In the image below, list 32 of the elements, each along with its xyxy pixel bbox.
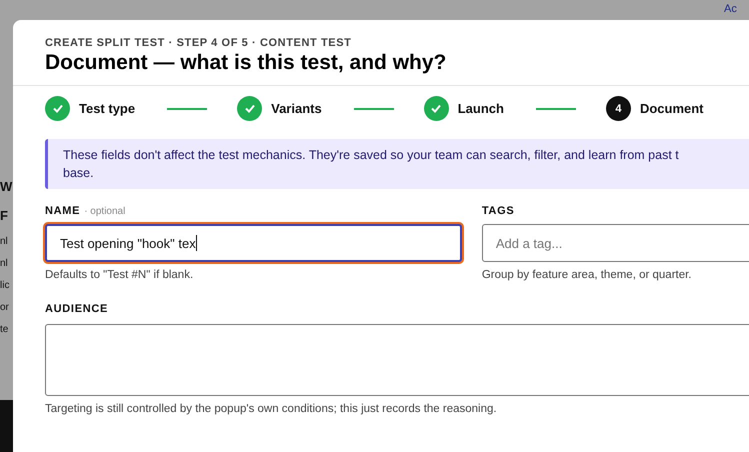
check-icon <box>244 104 255 113</box>
background-text: te <box>0 323 8 337</box>
notice-text: base. <box>63 166 95 180</box>
audience-field[interactable] <box>45 324 749 396</box>
field-value: Test opening "hook" tex <box>60 236 196 250</box>
help-text: Group by feature area, theme, or quarter. <box>482 269 693 281</box>
step-label: Variants <box>271 101 322 116</box>
background-text: lic <box>0 279 10 293</box>
background-text: nl <box>0 257 8 271</box>
step-label: Test type <box>79 101 136 116</box>
optional-note: · optional <box>84 206 126 217</box>
check-icon <box>52 104 62 113</box>
step-label: Launch <box>458 101 504 116</box>
dialog-eyebrow: CREATE SPLIT TEST · STEP 4 OF 5 · CONTENT TEST <box>45 37 352 49</box>
name-field[interactable]: Test opening "hook" tex <box>45 224 462 262</box>
text-cursor <box>196 235 197 251</box>
field-label: TAGS <box>482 205 514 217</box>
tags-field[interactable]: Add a tag... <box>482 224 749 262</box>
step-number: 4 <box>615 102 622 114</box>
field-label: AUDIENCE <box>45 303 108 315</box>
help-text: Targeting is still controlled by the popup's own conditions; this just records the reasoning. <box>45 403 498 415</box>
background-block <box>0 400 13 452</box>
dialog-title: Document — what is this test, and why? <box>45 51 448 75</box>
background-text: or <box>0 301 9 315</box>
step-label: Document <box>640 101 704 116</box>
check-icon <box>431 104 442 113</box>
background-text: F <box>0 207 8 225</box>
notice-text: These fields don't affect the test mechanics. They're saved so your team can search, filter, and learn from past t <box>63 148 680 162</box>
background-text: nl <box>0 235 8 249</box>
help-text: Defaults to "Test #N" if blank. <box>45 269 194 281</box>
background-text: W <box>0 178 12 196</box>
field-label: NAME <box>45 205 80 217</box>
